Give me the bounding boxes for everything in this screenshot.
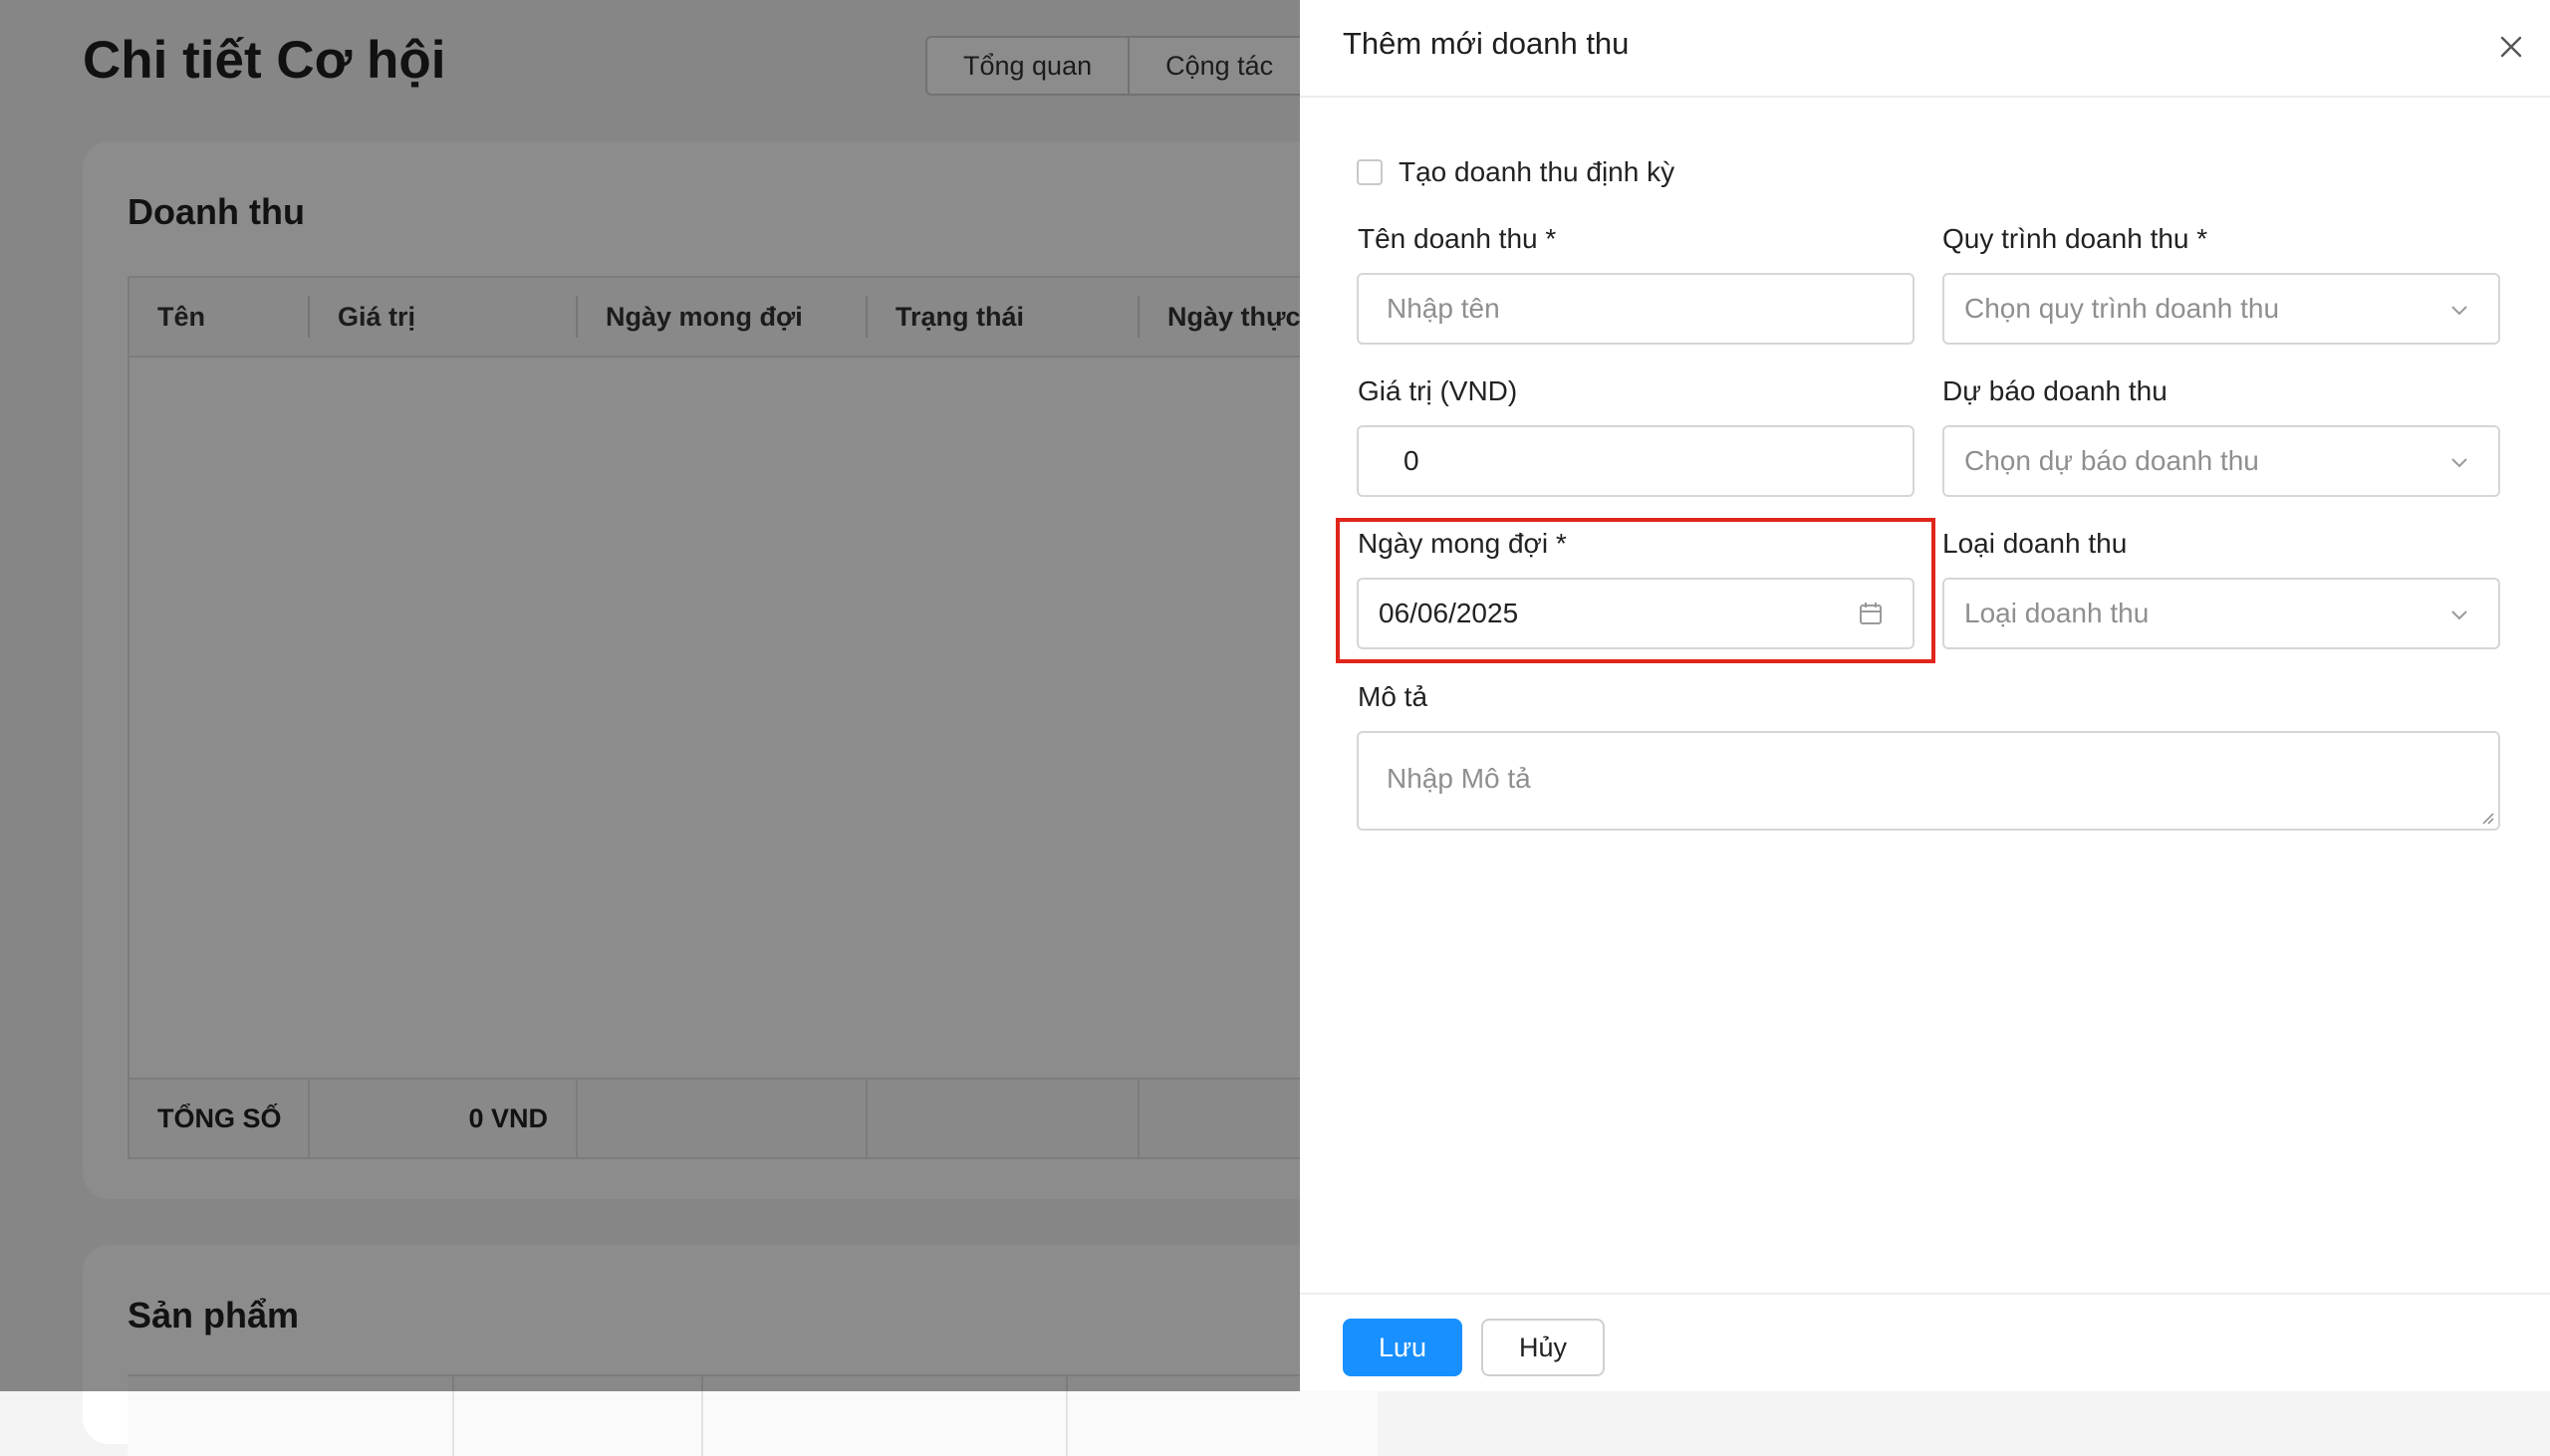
revenue-name-label: Tên doanh thu *	[1358, 223, 1557, 254]
revenue-name-input[interactable]: Nhập tên	[1357, 273, 1914, 345]
revenue-value-input[interactable]: 0	[1357, 425, 1914, 497]
description-label: Mô tả	[1358, 681, 1428, 712]
revenue-type-select[interactable]: Loại doanh thu	[1942, 578, 2500, 649]
recurring-revenue-label: Tạo doanh thu định kỳ	[1399, 156, 1675, 187]
recurring-revenue-option[interactable]: Tạo doanh thu định kỳ	[1357, 156, 1674, 188]
save-button[interactable]: Lưu	[1343, 1319, 1462, 1376]
drawer-header: Thêm mới doanh thu	[1300, 0, 2550, 98]
revenue-forecast-placeholder: Chọn dự báo doanh thu	[1964, 445, 2259, 476]
chevron-down-icon	[2451, 306, 2467, 316]
revenue-forecast-select[interactable]: Chọn dự báo doanh thu	[1942, 425, 2500, 497]
close-button[interactable]	[2494, 30, 2528, 64]
revenue-forecast-label: Dự báo doanh thu	[1942, 375, 2168, 406]
description-textarea[interactable]: Nhập Mô tả	[1357, 731, 2500, 831]
resize-handle-icon[interactable]	[2480, 811, 2494, 825]
drawer-title: Thêm mới doanh thu	[1343, 26, 1630, 61]
revenue-type-placeholder: Loại doanh thu	[1964, 598, 2150, 628]
modal-backdrop[interactable]	[0, 0, 1300, 1391]
chevron-down-icon	[2451, 458, 2467, 468]
description-placeholder: Nhập Mô tả	[1387, 763, 1531, 794]
revenue-name-placeholder: Nhập tên	[1387, 293, 1500, 324]
revenue-value-label: Giá trị (VND)	[1358, 375, 1518, 406]
drawer-footer: Lưu Hủy	[1300, 1293, 2550, 1393]
revenue-process-select[interactable]: Chọn quy trình doanh thu	[1942, 273, 2500, 345]
revenue-value-text: 0	[1403, 445, 1419, 476]
revenue-type-label: Loại doanh thu	[1942, 528, 2128, 559]
revenue-process-label: Quy trình doanh thu *	[1942, 223, 2208, 254]
cancel-button[interactable]: Hủy	[1481, 1319, 1605, 1376]
expected-date-highlight-box	[1336, 518, 1935, 663]
revenue-process-placeholder: Chọn quy trình doanh thu	[1964, 293, 2280, 324]
chevron-down-icon	[2451, 610, 2467, 620]
recurring-revenue-checkbox[interactable]	[1357, 159, 1383, 185]
add-revenue-drawer: Thêm mới doanh thu Tạo doanh thu định kỳ…	[1300, 0, 2550, 1391]
close-icon	[2500, 36, 2522, 58]
